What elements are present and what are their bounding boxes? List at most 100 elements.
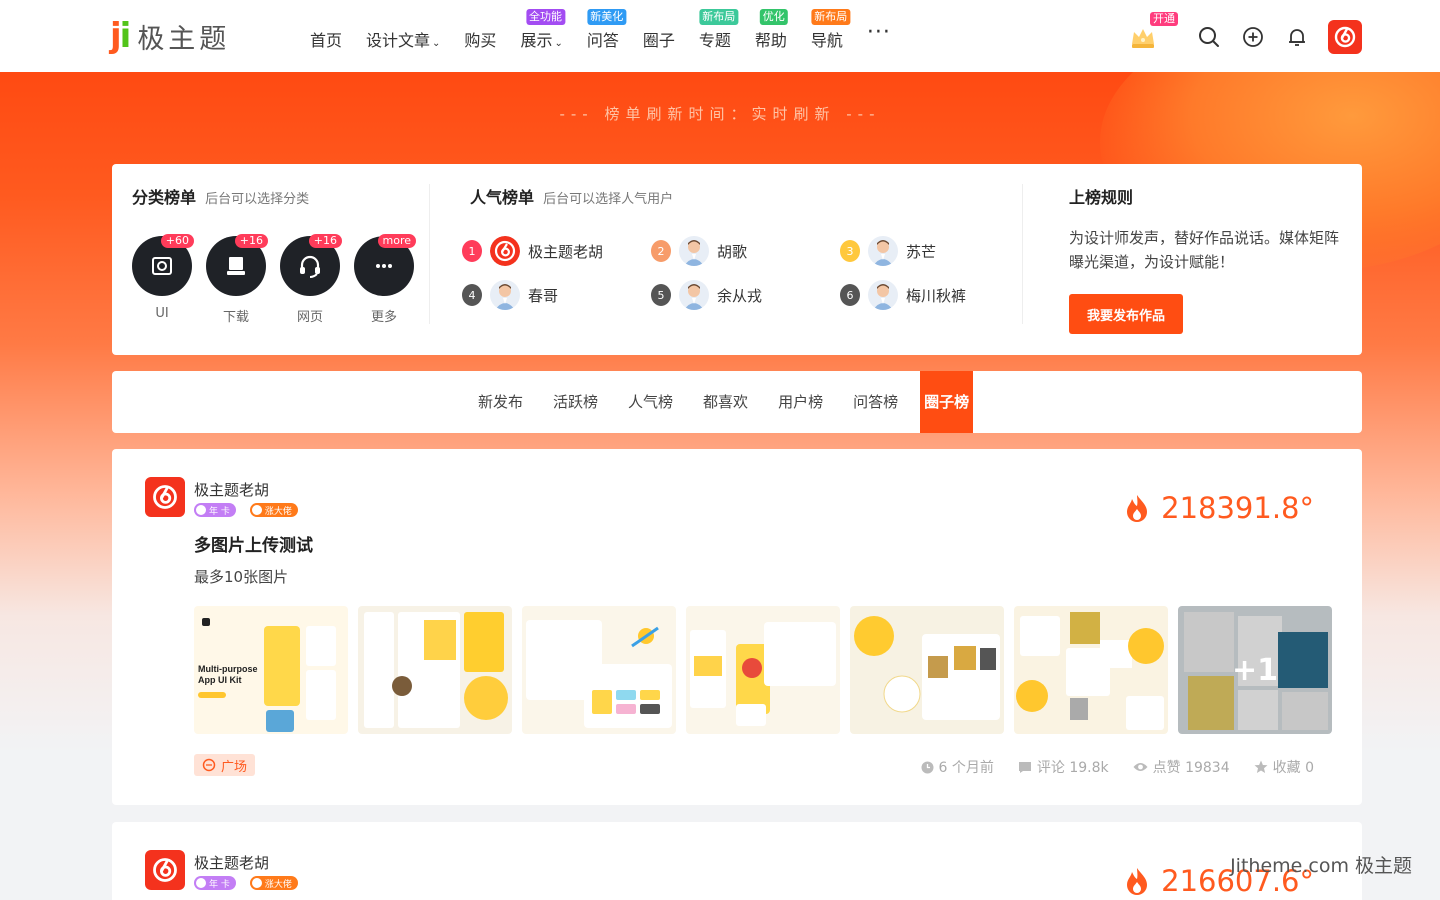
ranking-tab[interactable]: 人气榜 (620, 371, 681, 433)
ranking-tab[interactable]: 问答榜 (845, 371, 906, 433)
user-avatar[interactable] (868, 236, 898, 266)
post-card[interactable]: 极主题老胡 年 卡 涨大佬 218391.8° 多图片上传测试 最多10张图片 … (112, 449, 1362, 805)
gallery-thumb[interactable]: Multi-purpose App UI Kit (194, 606, 348, 734)
divider (429, 184, 430, 324)
author-badges: 年 卡 涨大佬 (194, 503, 298, 517)
more-images-overlay[interactable]: +1 (1178, 606, 1332, 734)
search-button[interactable] (1196, 24, 1222, 50)
category-label: 下载 (222, 310, 249, 325)
popular-user-item[interactable]: 4 春哥 (462, 279, 558, 311)
gallery-thumb[interactable] (686, 606, 840, 734)
heat-value: 218391.8° (1161, 491, 1314, 525)
ranking-tabs: 新发布 活跃榜 人气榜 都喜欢 用户榜 问答榜 圈子榜 (470, 371, 974, 433)
user-name[interactable]: 胡歌 (717, 241, 747, 262)
gallery-thumb[interactable]: +1 (1178, 606, 1332, 734)
brand-swirl-icon (153, 485, 177, 509)
user-name[interactable]: 春哥 (528, 285, 558, 306)
level-heart-icon (251, 878, 262, 888)
post-likes[interactable]: 点赞 19834 (1133, 757, 1230, 777)
user-avatar[interactable] (490, 236, 520, 266)
nav-item[interactable]: 购买 (464, 27, 496, 51)
nav-item-label: 导航 (810, 31, 843, 50)
publish-work-button[interactable]: 我要发布作品 (1069, 294, 1183, 334)
author-name[interactable]: 极主题老胡 (194, 852, 269, 873)
rank-medal-icon: 3 (840, 240, 860, 262)
photo-icon (150, 254, 174, 278)
post-card[interactable]: 极主题老胡 年 卡 涨大佬 216607.6° (112, 822, 1362, 900)
nav-badge: 优化 (759, 9, 788, 25)
site-logo[interactable]: ji 极主题 (110, 16, 230, 56)
nav-item[interactable]: 帮助 优化 (754, 9, 788, 51)
rank-medal-icon: 1 (462, 240, 482, 262)
ranking-tab[interactable]: 活跃榜 (545, 371, 606, 433)
publish-button[interactable] (1240, 24, 1266, 50)
ranking-tab[interactable]: 新发布 (470, 371, 531, 433)
gallery-thumb[interactable] (522, 606, 676, 734)
category-count-badge: +16 (308, 234, 342, 248)
user-name[interactable]: 余从戎 (717, 285, 762, 306)
nav-item[interactable]: 专题 新布局 (698, 9, 739, 51)
comment-icon (1018, 761, 1031, 773)
ranking-tab[interactable]: 用户榜 (770, 371, 831, 433)
category-item[interactable]: +16 下载 (206, 234, 268, 325)
post-comments[interactable]: 评论 19.8k (1018, 757, 1109, 777)
category-count-badge: more (377, 234, 416, 248)
author-avatar[interactable] (145, 850, 185, 890)
nav-item-label: 专题 (698, 31, 731, 50)
user-name[interactable]: 苏芒 (906, 241, 936, 262)
post-likes-text: 点赞 19834 (1152, 760, 1230, 776)
post-title[interactable]: 多图片上传测试 (194, 531, 313, 556)
user-name[interactable]: 梅川秋裤 (906, 285, 966, 306)
popular-user-item[interactable]: 3 苏芒 (840, 235, 936, 267)
crown-icon (1132, 29, 1154, 48)
category-item[interactable]: +16 网页 (280, 234, 342, 325)
notifications-button[interactable] (1284, 24, 1310, 50)
nav-item[interactable]: 设计文章 ⌄ (366, 27, 440, 51)
nav-item[interactable]: 问答 新美化 (587, 9, 627, 51)
popular-user-item[interactable]: 1 极主题老胡 (462, 235, 603, 267)
popular-user-item[interactable]: 6 梅川秋裤 (840, 279, 966, 311)
user-avatar[interactable] (868, 280, 898, 310)
nav-item[interactable]: 展示 ⌄ 全功能 (520, 9, 566, 51)
popular-ranking-subtitle: 后台可以选择人气用户 (543, 192, 674, 207)
post-favorites[interactable]: 收藏 0 (1254, 757, 1314, 777)
vip-badge-label: 年 卡 (209, 506, 230, 517)
category-item[interactable]: more 更多 (354, 234, 416, 325)
nav-badge: 新布局 (811, 9, 851, 25)
circle-tag[interactable]: 广场 (194, 754, 256, 776)
rank-number: 5 (657, 288, 665, 302)
user-avatar[interactable] (679, 236, 709, 266)
rank-medal-icon: 6 (840, 284, 860, 306)
nav-item[interactable]: 首页 (310, 27, 342, 51)
category-item[interactable]: +60 UI (132, 234, 194, 325)
author-name[interactable]: 极主题老胡 (194, 479, 269, 500)
ranking-tab[interactable]: 圈子榜 (920, 371, 974, 433)
post-time-text: 6 个月前 (938, 760, 994, 776)
thumb-artwork (1016, 612, 1164, 730)
nav-item-label: 展示 (520, 31, 553, 50)
nav-item[interactable]: 导航 新布局 (810, 9, 851, 51)
gallery-thumb[interactable] (850, 606, 1004, 734)
user-avatar[interactable] (1328, 20, 1362, 54)
thumb-artwork (526, 620, 672, 728)
nav-more-button[interactable]: ··· (867, 20, 891, 45)
nav-item-label: 设计文章 (366, 31, 431, 50)
popular-user-item[interactable]: 2 胡歌 (651, 235, 747, 267)
eye-icon (1133, 763, 1148, 771)
user-avatar[interactable] (490, 280, 520, 310)
gallery-thumb[interactable] (1014, 606, 1168, 734)
user-avatar[interactable] (679, 280, 709, 310)
nav-item[interactable]: 圈子 (643, 27, 675, 51)
svg-text:Multi-purpose: Multi-purpose (198, 664, 258, 674)
ranking-tabs-card: 新发布 活跃榜 人气榜 都喜欢 用户榜 问答榜 圈子榜 (112, 371, 1362, 433)
header-actions: 开通 (1128, 12, 1362, 56)
rules-title: 上榜规则 (1069, 188, 1134, 207)
vip-crown-button[interactable]: 开通 (1128, 12, 1178, 52)
popular-user-item[interactable]: 5 余从戎 (651, 279, 762, 311)
user-name[interactable]: 极主题老胡 (528, 241, 603, 262)
nav-item-label: 帮助 (754, 31, 787, 50)
vip-dot-icon (196, 505, 206, 515)
ranking-tab[interactable]: 都喜欢 (695, 371, 756, 433)
gallery-thumb[interactable] (358, 606, 512, 734)
author-avatar[interactable] (145, 477, 185, 517)
